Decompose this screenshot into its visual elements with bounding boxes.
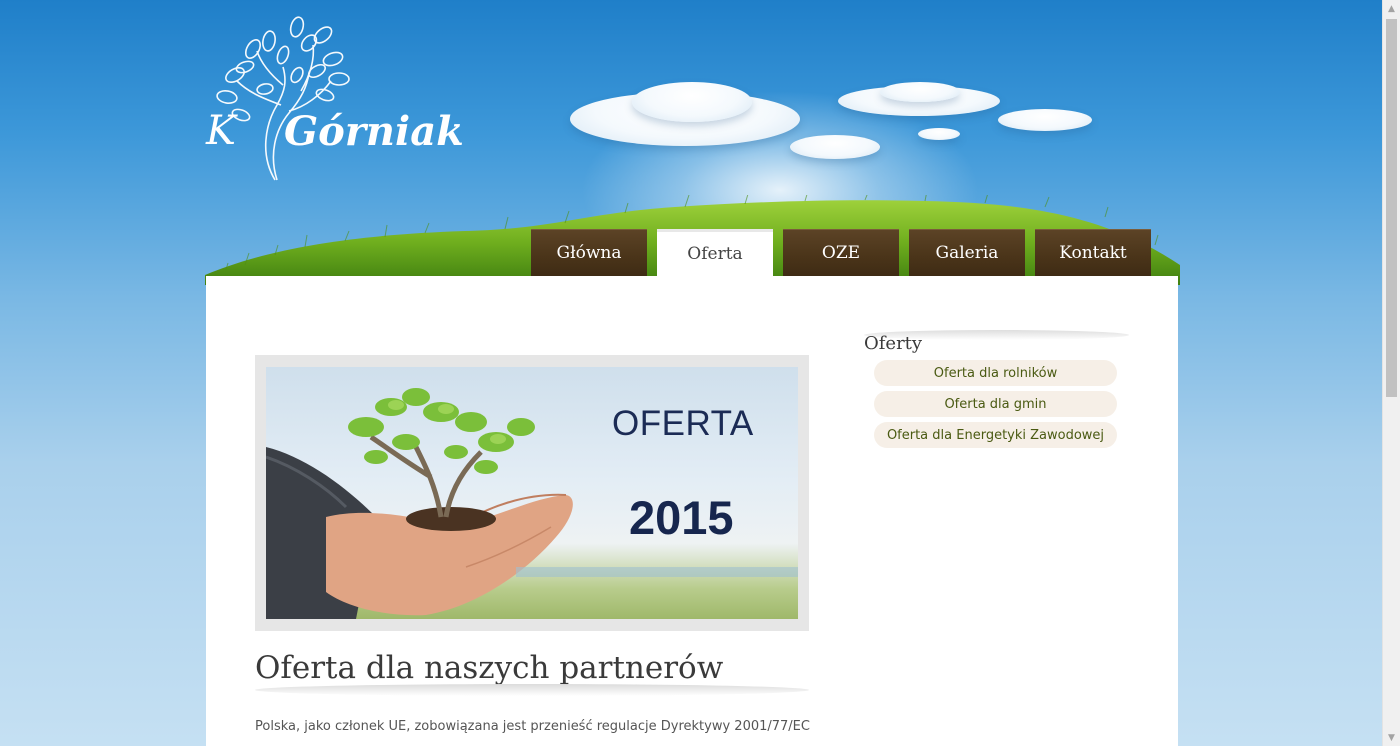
scroll-down-arrow-icon[interactable]: ▼: [1383, 729, 1400, 746]
cloud: [880, 82, 960, 102]
body-paragraph: Polska, jako członek UE, zobowiązana jes…: [255, 719, 811, 734]
sidebar-item-energetyka[interactable]: Oferta dla Energetyki Zawodowej: [874, 422, 1117, 448]
sidebar-menu: Oferta dla rolników Oferta dla gmin Ofer…: [874, 360, 1117, 448]
logo-initial[interactable]: K: [206, 108, 236, 154]
sidebar-item-gminy[interactable]: Oferta dla gmin: [874, 391, 1117, 417]
logo-name[interactable]: Górniak: [284, 108, 464, 155]
sidebar-title: Oferty: [864, 333, 923, 354]
cloud: [632, 82, 752, 122]
nav-item-oferta[interactable]: Oferta: [657, 229, 773, 276]
page-title: Oferta dla naszych partnerów: [255, 650, 724, 686]
nav-item-galeria[interactable]: Galeria: [909, 229, 1025, 276]
scroll-thumb[interactable]: [1386, 19, 1397, 397]
cloud: [790, 135, 880, 159]
nav-item-kontakt[interactable]: Kontakt: [1035, 229, 1151, 276]
scroll-up-arrow-icon[interactable]: ▲: [1383, 0, 1400, 17]
banner-title: OFERTA: [612, 404, 754, 443]
banner-year: 2015: [629, 491, 734, 544]
main-nav: Główna Oferta OZE Galeria Kontakt: [531, 229, 1151, 276]
nav-item-glowna[interactable]: Główna: [531, 229, 647, 276]
cloud: [998, 109, 1092, 131]
nav-item-oze[interactable]: OZE: [783, 229, 899, 276]
cloud: [918, 128, 960, 140]
vertical-scrollbar[interactable]: ▲ ▼: [1382, 0, 1400, 746]
sidebar-item-rolnicy[interactable]: Oferta dla rolników: [874, 360, 1117, 386]
divider: [255, 684, 809, 696]
logo-tree-icon[interactable]: [205, 15, 455, 185]
